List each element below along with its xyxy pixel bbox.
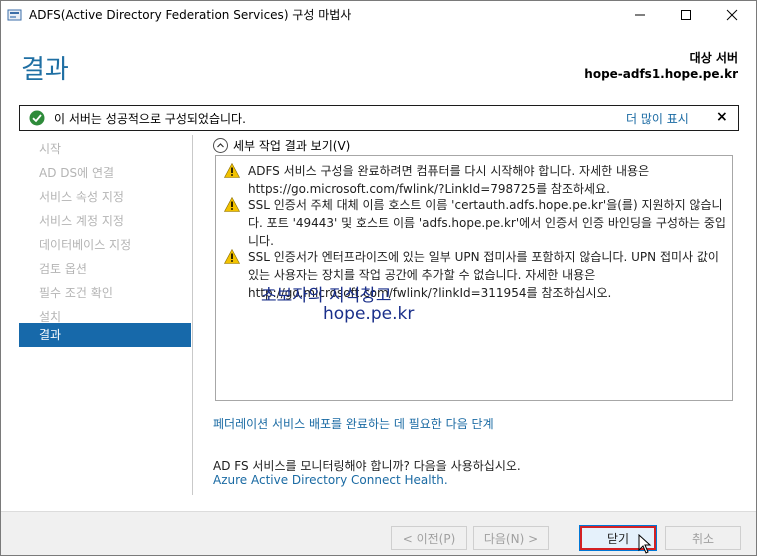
minimize-button[interactable] — [617, 1, 663, 29]
mouse-cursor-icon — [638, 534, 652, 554]
sidebar-item-results[interactable]: 결과 — [19, 323, 191, 347]
minimize-icon — [635, 14, 645, 16]
next-steps-link[interactable]: 페더레이션 서비스 배포를 완료하는 데 필요한 다음 단계 — [213, 415, 494, 432]
show-more-link[interactable]: 더 많이 표시 — [626, 110, 689, 127]
destination-server-value: hope-adfs1.hope.pe.kr — [584, 67, 738, 81]
window-close-button[interactable] — [709, 1, 755, 29]
sidebar-item-start[interactable]: 시작 — [19, 137, 191, 161]
sidebar-divider — [192, 135, 193, 495]
success-check-icon — [29, 110, 45, 126]
connect-health-link[interactable]: Azure Active Directory Connect Health. — [213, 473, 448, 487]
sidebar-item-connect-ad-ds[interactable]: AD DS에 연결 — [19, 161, 191, 185]
details-toggle[interactable]: 세부 작업 결과 보기(V) — [213, 135, 350, 155]
success-message: 이 서버는 성공적으로 구성되었습니다. — [54, 112, 246, 126]
results-content: 세부 작업 결과 보기(V) ADFS 서비스 구성을 완료하려면 컴퓨터를 다… — [213, 135, 735, 495]
wizard-window: ADFS(Active Directory Federation Service… — [0, 0, 757, 556]
window-title: ADFS(Active Directory Federation Service… — [29, 8, 352, 22]
notice-close-icon[interactable]: × — [716, 109, 728, 125]
sidebar-item-review-options[interactable]: 검토 옵션 — [19, 257, 191, 281]
results-list[interactable]: ADFS 서비스 구성을 완료하려면 컴퓨터를 다시 시작해야 합니다. 자세한… — [215, 155, 733, 401]
warning-icon — [224, 197, 240, 212]
title-bar[interactable]: ADFS(Active Directory Federation Service… — [1, 1, 756, 29]
warning-icon — [224, 249, 240, 264]
maximize-icon — [681, 10, 691, 20]
warning-text: SSL 인증서 주체 대체 이름 호스트 이름 'certauth.adfs.h… — [248, 198, 726, 248]
wizard-steps-sidebar: 시작 AD DS에 연결 서비스 속성 지정 서비스 계정 지정 데이터베이스 … — [19, 137, 191, 495]
monitor-text: AD FS 서비스를 모니터링해야 합니까? 다음을 사용하십시오. — [213, 459, 521, 473]
warning-text: ADFS 서비스 구성을 완료하려면 컴퓨터를 다시 시작해야 합니다. 자세한… — [248, 164, 650, 196]
sidebar-item-database[interactable]: 데이터베이스 지정 — [19, 233, 191, 257]
sidebar-item-prerequisites[interactable]: 필수 조건 확인 — [19, 281, 191, 305]
next-button[interactable]: 다음(N) > — [473, 526, 549, 550]
adfs-app-icon — [7, 9, 22, 21]
sidebar-item-service-properties[interactable]: 서비스 속성 지정 — [19, 185, 191, 209]
warning-text: SSL 인증서가 엔터프라이즈에 있는 일부 UPN 접미사를 포함하지 않습니… — [248, 250, 719, 300]
sidebar-item-service-account[interactable]: 서비스 계정 지정 — [19, 209, 191, 233]
warning-icon — [224, 163, 240, 178]
close-icon — [726, 9, 738, 21]
wizard-header: 결과 대상 서버 hope-adfs1.hope.pe.kr — [1, 29, 756, 99]
previous-button[interactable]: < 이전(P) — [391, 526, 467, 550]
page-title: 결과 — [21, 55, 69, 85]
destination-server-label: 대상 서버 — [689, 51, 738, 65]
maximize-button[interactable] — [663, 1, 709, 29]
cancel-button[interactable]: 취소 — [665, 526, 741, 550]
details-toggle-label: 세부 작업 결과 보기(V) — [233, 138, 351, 153]
chevron-up-icon — [213, 137, 228, 153]
success-notice: 이 서버는 성공적으로 구성되었습니다. 더 많이 표시 × — [19, 105, 739, 131]
